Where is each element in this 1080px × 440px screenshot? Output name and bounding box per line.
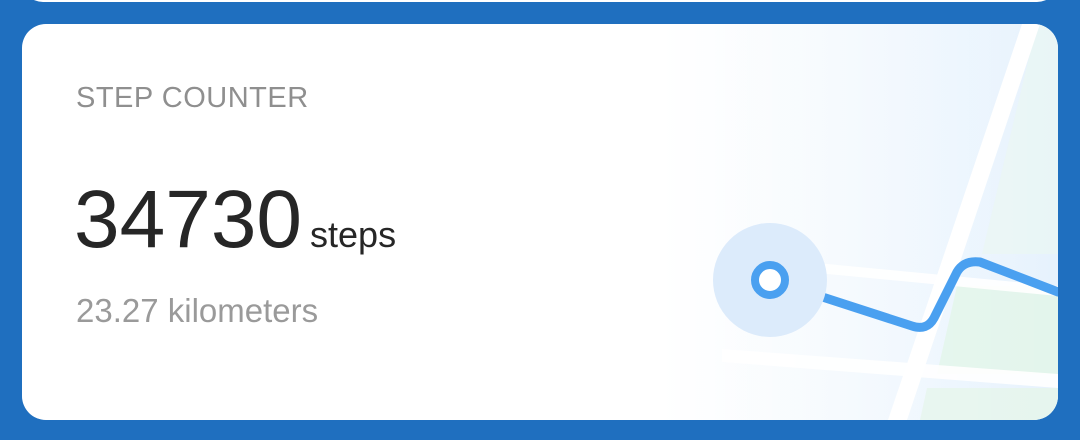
step-count-unit: steps	[310, 214, 397, 255]
distance-text: 23.27 kilometers	[76, 292, 319, 329]
step-count-row: 34730 steps	[74, 179, 396, 261]
step-count-value: 34730	[74, 174, 303, 265]
location-marker-icon	[751, 261, 789, 299]
previous-card	[22, 0, 1058, 2]
step-counter-card[interactable]: STEP COUNTER 34730 steps 23.27 kilometer…	[22, 24, 1058, 420]
card-title: STEP COUNTER	[76, 82, 309, 114]
